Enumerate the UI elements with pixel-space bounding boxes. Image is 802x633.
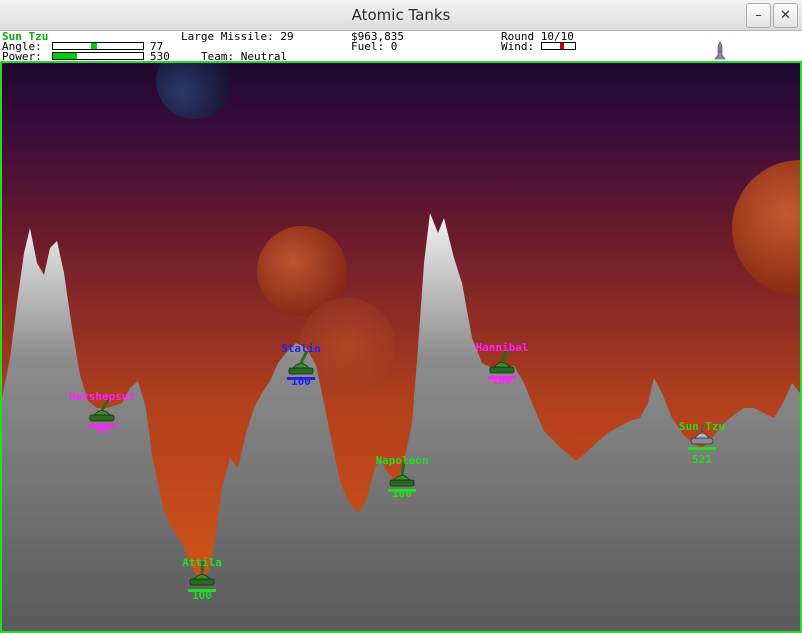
tank-health: 100 xyxy=(492,374,512,387)
minimize-icon: – xyxy=(755,8,762,23)
close-button[interactable]: ✕ xyxy=(773,3,798,28)
angle-meter-marker xyxy=(91,43,97,49)
tank-name: Hatshepsut xyxy=(68,390,136,403)
weapon-label: Large Missile: 29 xyxy=(181,30,294,43)
tank-label-hannibal: Hannibal 100 xyxy=(476,320,529,408)
tank-name: Sun Tzu xyxy=(678,420,726,433)
close-icon: ✕ xyxy=(780,8,791,23)
tank-name: Hannibal xyxy=(475,341,529,354)
tank-label-attila: Attila 100 xyxy=(182,535,222,623)
battlefield[interactable]: Hatshepsut 80 Stalin 100 Hannibal 100 Na… xyxy=(0,61,802,633)
tank-label-napoleon: Napoleon 100 xyxy=(376,433,429,521)
status-bar: Sun Tzu Angle: 77 Power: 530 Large Missi… xyxy=(0,30,802,62)
wind-meter-marker xyxy=(560,43,564,49)
window-titlebar[interactable]: Atomic Tanks – ✕ xyxy=(0,0,802,31)
tank-name: Attila xyxy=(182,556,222,569)
wind-label: Wind: xyxy=(501,40,535,53)
battlefield-canvas[interactable] xyxy=(2,63,800,631)
power-meter-fill xyxy=(53,53,77,59)
tank-name: Stalin xyxy=(281,342,321,355)
weapon-missile-icon xyxy=(714,41,726,60)
tank-label-sun-tzu: Sun Tzu 521 xyxy=(679,399,725,487)
wind-meter xyxy=(541,42,576,50)
tank-health: 80 xyxy=(95,423,109,436)
power-meter xyxy=(52,52,144,60)
tank-label-stalin: Stalin 100 xyxy=(281,321,321,409)
tank-health: 521 xyxy=(692,453,712,466)
angle-meter xyxy=(52,42,144,50)
minimize-button[interactable]: – xyxy=(746,3,771,28)
tank-health: 100 xyxy=(392,487,412,500)
tank-health: 100 xyxy=(192,589,212,602)
tank-label-hatshepsut: Hatshepsut 80 xyxy=(69,369,135,457)
tank-name: Napoleon xyxy=(375,454,429,467)
fuel-label: Fuel: 0 xyxy=(351,40,398,53)
window-title: Atomic Tanks xyxy=(351,6,451,24)
tank-health: 100 xyxy=(291,375,311,388)
